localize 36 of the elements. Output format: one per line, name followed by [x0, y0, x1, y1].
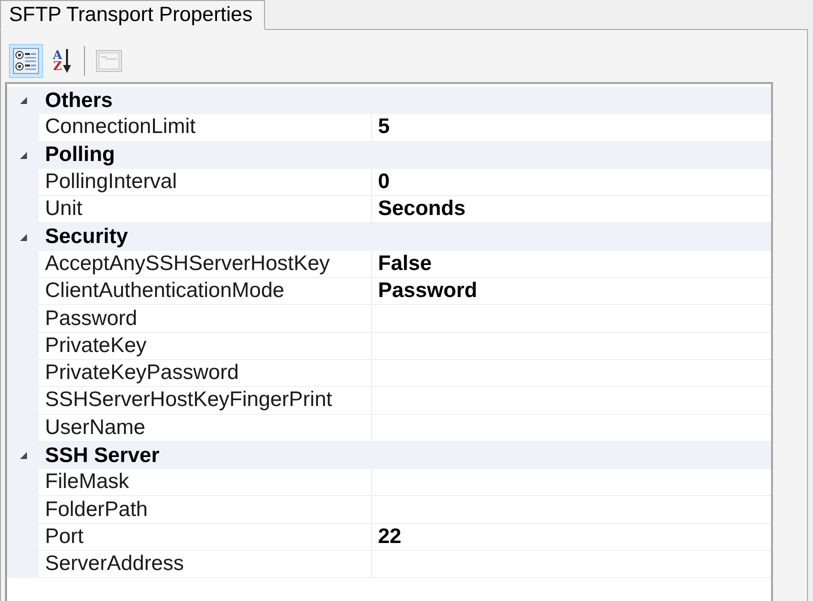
categorized-list-icon [13, 48, 39, 74]
alphabetical-sort-button[interactable]: A Z [47, 44, 77, 78]
category-label: Security [44, 225, 128, 250]
property-name[interactable]: Port [39, 524, 371, 552]
expanded-triangle-icon[interactable] [20, 234, 26, 241]
expanded-triangle-icon[interactable] [20, 97, 26, 104]
property-value[interactable] [371, 551, 771, 578]
property-name[interactable]: FileMask [39, 469, 371, 496]
property-value[interactable] [371, 469, 771, 496]
expanded-triangle-icon[interactable] [20, 452, 26, 459]
property-name[interactable]: SSHServerHostKeyFingerPrint [39, 387, 371, 415]
window-icon [96, 50, 122, 72]
expanded-triangle-icon[interactable] [20, 152, 26, 159]
property-value[interactable]: Password [371, 278, 771, 306]
property-name[interactable]: ServerAddress [39, 551, 371, 578]
property-value[interactable] [371, 360, 771, 388]
property-value[interactable]: 22 [371, 524, 771, 552]
property-name[interactable]: FolderPath [39, 496, 371, 524]
property-name[interactable]: PrivateKeyPassword [39, 360, 371, 388]
property-value[interactable]: False [371, 250, 771, 278]
category-label: Polling [44, 143, 115, 168]
tab[interactable]: SFTP Transport Properties [0, 0, 266, 30]
category-label: Others [44, 88, 113, 113]
property-name[interactable]: Password [39, 305, 371, 333]
property-value[interactable]: 0 [371, 168, 771, 196]
property-value[interactable] [371, 387, 771, 415]
arrow-down-icon [63, 49, 72, 73]
property-name[interactable]: ClientAuthenticationMode [39, 278, 371, 306]
property-value[interactable] [371, 496, 771, 524]
category-label: SSH Server [44, 444, 160, 468]
property-name[interactable]: PrivateKey [39, 332, 371, 360]
property-value[interactable] [371, 305, 771, 333]
categorized-view-button[interactable] [9, 44, 43, 78]
property-name[interactable]: PollingInterval [39, 168, 371, 196]
property-value[interactable] [371, 332, 771, 360]
property-name[interactable]: AcceptAnySSHServerHostKey [39, 250, 371, 278]
